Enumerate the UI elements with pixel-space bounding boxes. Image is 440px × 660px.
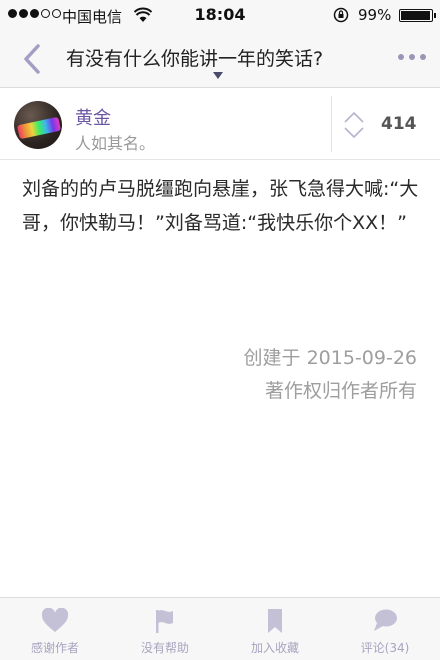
answer-text: 刘备的的卢马脱缰跑向悬崖，张飞急得大喊:“大哥，你快勒马！”刘备骂道:“我快乐你…	[22, 178, 419, 234]
tab-label: 加入收藏	[250, 641, 299, 655]
author-bio: 人如其名。	[75, 134, 156, 153]
heart-icon	[41, 608, 69, 632]
vote-count: 414	[381, 114, 417, 134]
flag-icon	[156, 610, 173, 633]
copyright-notice: 著作权归作者所有	[264, 380, 417, 402]
navigation-bar: 有没有什么你能讲一年的笑话?	[0, 30, 440, 88]
divider	[331, 96, 332, 152]
back-arrow-icon[interactable]	[18, 42, 46, 76]
answer-meta: 创建于 2015-09-26 著作权归作者所有	[244, 342, 417, 408]
bottom-toolbar: 感谢作者 没有帮助 加入收藏 评论(34)	[0, 597, 440, 660]
more-options-icon[interactable]	[398, 54, 426, 60]
battery-percentage: 99%	[358, 6, 392, 24]
created-date: 创建于 2015-09-26	[243, 347, 417, 369]
vote-arrows-icon[interactable]	[343, 110, 365, 140]
bookmark-icon	[268, 609, 282, 633]
rotation-lock-icon	[333, 7, 349, 23]
status-bar: 中国电信 18:04 99%	[0, 0, 440, 30]
caret-down-icon[interactable]	[213, 72, 223, 80]
battery-icon	[399, 9, 436, 22]
avatar[interactable]	[14, 101, 62, 149]
question-title[interactable]: 有没有什么你能讲一年的笑话?	[66, 44, 323, 71]
tab-label: 评论(34)	[360, 641, 410, 655]
not-helpful-button[interactable]: 没有帮助	[110, 598, 220, 660]
tab-label: 没有帮助	[140, 641, 189, 655]
comments-button[interactable]: 评论(34)	[330, 598, 440, 660]
thank-author-button[interactable]: 感谢作者	[0, 598, 110, 660]
author-header: 黄金 人如其名。 414	[0, 88, 440, 160]
tab-label: 感谢作者	[30, 641, 79, 655]
author-name[interactable]: 黄金	[75, 104, 111, 130]
add-favorite-button[interactable]: 加入收藏	[220, 598, 330, 660]
comment-icon	[374, 609, 397, 631]
